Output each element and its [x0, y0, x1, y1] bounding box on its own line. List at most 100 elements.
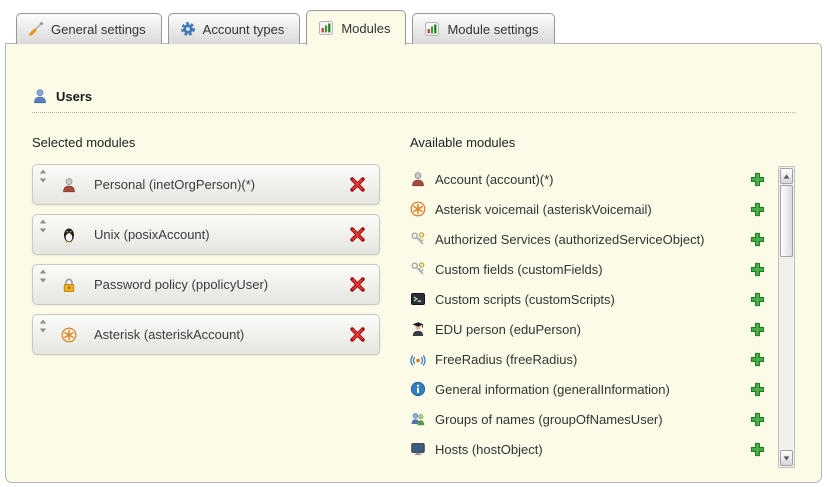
remove-module-button[interactable] [349, 226, 366, 243]
green-plus-icon [749, 441, 766, 458]
add-module-button[interactable] [749, 291, 766, 308]
module-label: Personal (inetOrgPerson)(*) [94, 177, 255, 192]
scrollbar-thumb[interactable] [780, 185, 793, 257]
available-modules-body: Account (account)(*) Asterisk voicemail … [410, 164, 795, 468]
available-module-row: Account (account)(*) [410, 164, 778, 194]
module-label: EDU person (eduPerson) [435, 322, 581, 337]
module-label: Custom fields (customFields) [435, 262, 603, 277]
available-module-row: Custom scripts (customScripts) [410, 284, 778, 314]
users-section-header: Users [32, 88, 795, 113]
remove-module-button[interactable] [349, 276, 366, 293]
available-module-row: General information (generalInformation) [410, 374, 778, 404]
green-plus-icon [749, 201, 766, 218]
add-module-button[interactable] [749, 441, 766, 458]
add-module-button[interactable] [749, 261, 766, 278]
chart-icon [424, 21, 440, 37]
modules-columns: Selected modules Personal (inetOrgPerson… [32, 135, 795, 468]
drag-handle-icon[interactable] [38, 269, 48, 283]
tab-general-settings[interactable]: General settings [16, 13, 162, 44]
group-icon [410, 411, 426, 427]
keys-icon [410, 231, 426, 247]
radio-icon [410, 351, 426, 367]
module-label: Hosts (hostObject) [435, 442, 543, 457]
lock-icon [61, 277, 77, 293]
available-module-row: Hosts (hostObject) [410, 434, 778, 464]
module-label: Password policy (ppolicyUser) [94, 277, 268, 292]
gear-icon [180, 21, 196, 37]
available-module-row: Custom fields (customFields) [410, 254, 778, 284]
module-label: Authorized Services (authorizedServiceOb… [435, 232, 705, 247]
green-plus-icon [749, 231, 766, 248]
scroll-up-button[interactable] [780, 168, 793, 184]
add-module-button[interactable] [749, 231, 766, 248]
computer-icon [410, 441, 426, 457]
green-plus-icon [749, 351, 766, 368]
drag-handle-icon[interactable] [38, 319, 48, 333]
green-plus-icon [749, 291, 766, 308]
add-module-button[interactable] [749, 171, 766, 188]
red-cross-icon [349, 226, 366, 243]
selected-module-row[interactable]: Personal (inetOrgPerson)(*) [32, 164, 380, 205]
remove-module-button[interactable] [349, 176, 366, 193]
green-plus-icon [749, 411, 766, 428]
module-label: Custom scripts (customScripts) [435, 292, 615, 307]
add-module-button[interactable] [749, 381, 766, 398]
person-icon [61, 177, 77, 193]
selected-modules-column: Selected modules Personal (inetOrgPerson… [32, 135, 380, 468]
green-plus-icon [749, 381, 766, 398]
add-module-button[interactable] [749, 321, 766, 338]
scroll-down-button[interactable] [780, 450, 793, 466]
penguin-icon [61, 227, 77, 243]
available-modules-scrollbar[interactable] [778, 166, 795, 468]
selected-modules-heading: Selected modules [32, 135, 380, 150]
available-modules-column: Available modules Account (account)(*) A… [410, 135, 795, 468]
selected-module-row[interactable]: Password policy (ppolicyUser) [32, 264, 380, 305]
keys-icon [410, 261, 426, 277]
module-label: Unix (posixAccount) [94, 227, 210, 242]
selected-module-row[interactable]: Asterisk (asteriskAccount) [32, 314, 380, 355]
red-cross-icon [349, 326, 366, 343]
module-label: Account (account)(*) [435, 172, 554, 187]
users-icon [32, 88, 48, 104]
red-cross-icon [349, 176, 366, 193]
triangle-down-icon [783, 456, 790, 461]
module-label: FreeRadius (freeRadius) [435, 352, 577, 367]
add-module-button[interactable] [749, 201, 766, 218]
info-icon [410, 381, 426, 397]
triangle-up-icon [783, 174, 790, 179]
remove-module-button[interactable] [349, 326, 366, 343]
drag-handle-icon[interactable] [38, 219, 48, 233]
available-module-row: Authorized Services (authorizedServiceOb… [410, 224, 778, 254]
red-cross-icon [349, 276, 366, 293]
add-module-button[interactable] [749, 411, 766, 428]
section-title: Users [56, 89, 92, 104]
selected-module-row[interactable]: Unix (posixAccount) [32, 214, 380, 255]
person-icon [410, 171, 426, 187]
module-label: General information (generalInformation) [435, 382, 670, 397]
available-module-row: FreeRadius (freeRadius) [410, 344, 778, 374]
available-module-row: EDU person (eduPerson) [410, 314, 778, 344]
tab-label: Modules [341, 21, 390, 36]
chart-icon [318, 20, 334, 36]
terminal-icon [410, 291, 426, 307]
scrollbar-track[interactable] [779, 257, 794, 449]
graduate-icon [410, 321, 426, 337]
tab-modules[interactable]: Modules [306, 10, 406, 45]
drag-handle-icon[interactable] [38, 169, 48, 183]
module-label: Asterisk (asteriskAccount) [94, 327, 244, 342]
asterisk-icon [61, 327, 77, 343]
tab-module-settings[interactable]: Module settings [412, 13, 554, 44]
green-plus-icon [749, 261, 766, 278]
module-label: Groups of names (groupOfNamesUser) [435, 412, 663, 427]
available-module-row: Asterisk voicemail (asteriskVoicemail) [410, 194, 778, 224]
asterisk-icon [410, 201, 426, 217]
tab-label: General settings [51, 22, 146, 37]
tab-account-types[interactable]: Account types [168, 13, 301, 44]
add-module-button[interactable] [749, 351, 766, 368]
lam-configuration-window: General settings Account types Modules M… [0, 0, 827, 487]
module-label: Asterisk voicemail (asteriskVoicemail) [435, 202, 652, 217]
green-plus-icon [749, 171, 766, 188]
tab-label: Module settings [447, 22, 538, 37]
available-modules-heading: Available modules [410, 135, 795, 150]
tools-icon [28, 21, 44, 37]
